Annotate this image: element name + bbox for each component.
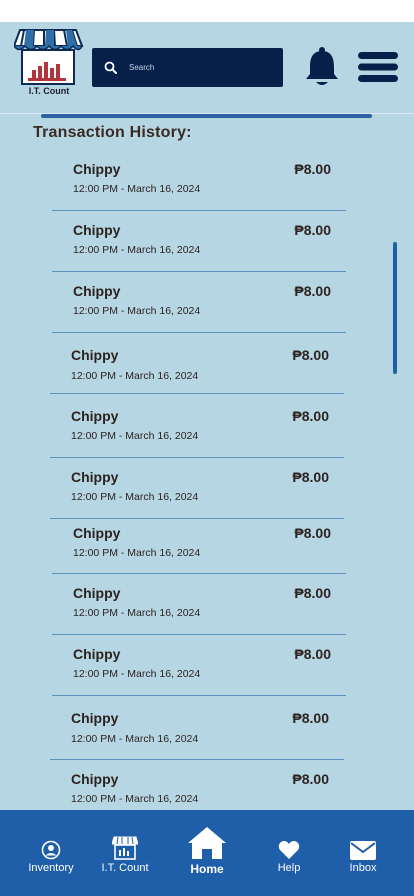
transaction-name: Chippy [71, 347, 119, 363]
transaction-name: Chippy [73, 161, 121, 177]
transaction-amount: ₱8.00 [294, 585, 331, 601]
transaction-time: 12:00 PM - March 16, 2024 [71, 430, 199, 442]
transaction-amount: ₱8.00 [294, 161, 331, 177]
transaction-amount: ₱8.00 [292, 347, 329, 363]
transaction-time: 12:00 PM - March 16, 2024 [73, 547, 201, 559]
transaction-name: Chippy [71, 771, 119, 787]
search-icon [104, 61, 117, 74]
transaction-name: Chippy [73, 585, 121, 601]
page-title: Transaction History: [33, 124, 192, 141]
transaction-amount: ₱8.00 [292, 469, 329, 485]
transaction-time: 12:00 PM - March 16, 2024 [71, 491, 199, 503]
transaction-name: Chippy [71, 469, 119, 485]
transaction-amount: ₱8.00 [294, 525, 331, 541]
transaction-row[interactable]: Chippy ₱8.00 12:00 PM - March 16, 2024 [52, 574, 346, 635]
transaction-row[interactable]: Chippy ₱8.00 12:00 PM - March 16, 2024 [50, 458, 344, 519]
home-icon [188, 827, 226, 859]
transaction-name: Chippy [73, 525, 121, 541]
transaction-time: 12:00 PM - March 16, 2024 [73, 607, 201, 619]
heart-icon [278, 841, 300, 859]
nav-item-home[interactable]: Home [174, 810, 240, 896]
transaction-amount: ₱8.00 [292, 771, 329, 787]
store-icon [112, 836, 138, 860]
transaction-name: Chippy [71, 710, 119, 726]
transaction-amount: ₱8.00 [292, 710, 329, 726]
transaction-time: 12:00 PM - March 16, 2024 [71, 793, 199, 805]
transaction-row[interactable]: Chippy ₱8.00 12:00 PM - March 16, 2024 [52, 635, 346, 696]
transaction-name: Chippy [73, 283, 121, 299]
transaction-row[interactable]: Chippy ₱8.00 12:00 PM - March 16, 2024 [50, 333, 344, 394]
bell-icon [306, 47, 338, 85]
transaction-time: 12:00 PM - March 16, 2024 [73, 244, 201, 256]
menu-button[interactable] [357, 50, 399, 84]
transaction-amount: ₱8.00 [294, 283, 331, 299]
notification-button[interactable] [303, 45, 341, 87]
transaction-name: Chippy [73, 222, 121, 238]
search-bar[interactable] [92, 48, 283, 87]
nav-item-inventory[interactable]: Inventory [18, 810, 84, 896]
transaction-time: 12:00 PM - March 16, 2024 [73, 305, 201, 317]
transaction-amount: ₱8.00 [292, 408, 329, 424]
transaction-row[interactable]: Chippy ₱8.00 12:00 PM - March 16, 2024 [52, 211, 346, 272]
envelope-icon [350, 841, 376, 860]
transaction-row[interactable]: Chippy ₱8.00 12:00 PM - March 16, 2024 [52, 272, 346, 333]
nav-item-it-count[interactable]: I.T. Count [92, 810, 158, 896]
logo-label: I.T. Count [28, 86, 70, 96]
hamburger-menu-icon [358, 52, 398, 82]
scrollbar[interactable] [393, 242, 397, 374]
nav-label: Inbox [349, 862, 377, 874]
nav-item-inbox[interactable]: Inbox [330, 810, 396, 896]
status-bar [0, 0, 414, 22]
transaction-name: Chippy [71, 408, 119, 424]
nav-label: Inventory [28, 862, 74, 874]
nav-label: Home [190, 862, 224, 876]
transaction-time: 12:00 PM - March 16, 2024 [73, 183, 201, 195]
transaction-row[interactable]: Chippy ₱8.00 12:00 PM - March 16, 2024 [52, 519, 346, 574]
transaction-row[interactable]: Chippy ₱8.00 12:00 PM - March 16, 2024 [52, 150, 346, 211]
nav-label: I.T. Count [101, 862, 149, 874]
header-underline [41, 114, 372, 118]
transaction-amount: ₱8.00 [294, 222, 331, 238]
transaction-time: 12:00 PM - March 16, 2024 [73, 668, 201, 680]
user-icon [41, 840, 61, 860]
transaction-row[interactable]: Chippy ₱8.00 12:00 PM - March 16, 2024 [50, 397, 344, 458]
store-logo-icon [12, 29, 84, 85]
transaction-amount: ₱8.00 [294, 646, 331, 662]
transaction-row[interactable]: Chippy ₱8.00 12:00 PM - March 16, 2024 [50, 696, 344, 760]
search-input[interactable] [129, 63, 269, 72]
nav-item-help[interactable]: Help [256, 810, 322, 896]
transaction-time: 12:00 PM - March 16, 2024 [71, 370, 199, 382]
nav-label: Help [277, 862, 301, 874]
bottom-nav: Inventory I.T. Count Home Help Inbox [0, 810, 414, 896]
transaction-name: Chippy [73, 646, 121, 662]
transaction-time: 12:00 PM - March 16, 2024 [71, 733, 199, 745]
